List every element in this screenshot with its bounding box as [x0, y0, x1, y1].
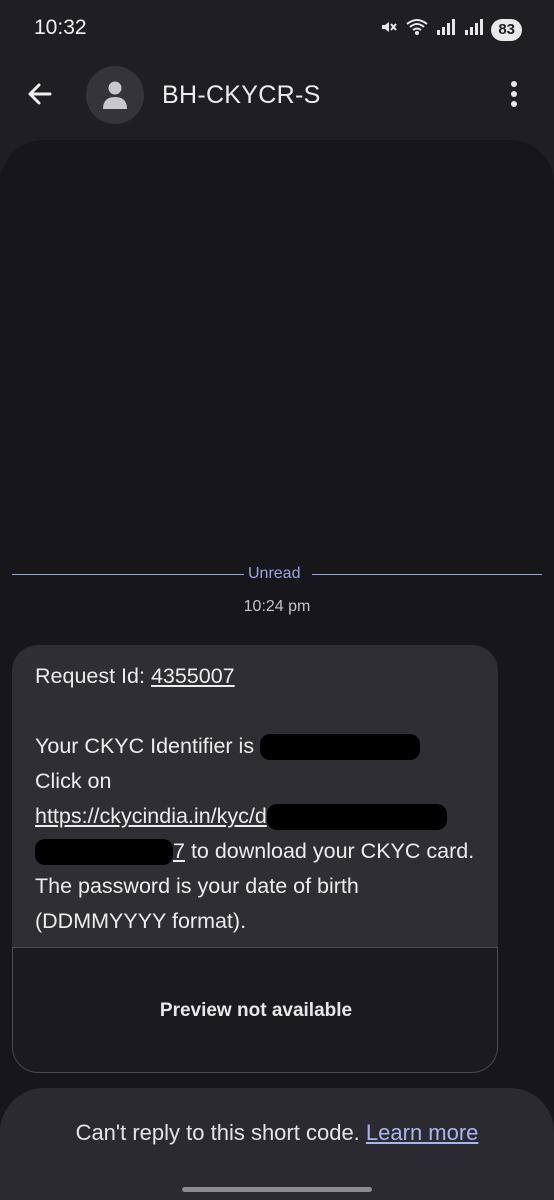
signal-icon [435, 18, 457, 41]
message-body: Request Id: 4355007 Your CKYC Identifier… [35, 659, 475, 939]
person-icon [103, 81, 127, 109]
unread-divider: Unread [12, 564, 542, 586]
more-vertical-icon [511, 81, 517, 107]
redacted-identifier [260, 734, 421, 761]
back-button[interactable] [22, 76, 58, 112]
identifier-label: Your CKYC Identifier is [35, 734, 261, 758]
status-time: 10:32 [34, 16, 87, 39]
redacted-link-part [35, 839, 173, 866]
reply-footer: Can't reply to this short code. Learn mo… [0, 1088, 554, 1200]
wifi-icon [405, 17, 429, 42]
ckyc-link-tail[interactable]: 7 [173, 839, 185, 863]
battery-badge: 83 [491, 18, 522, 41]
footer-text: Can't reply to this short code. Learn mo… [0, 1120, 554, 1146]
message-timestamp: 10:24 pm [243, 598, 311, 615]
link-preview[interactable]: Preview not available [12, 947, 498, 1073]
learn-more-link[interactable]: Learn more [366, 1120, 479, 1145]
app-bar: BH-CKYCR-S [0, 62, 554, 126]
home-indicator[interactable] [182, 1187, 372, 1192]
click-on-text: Click on [35, 769, 112, 793]
redacted-link-part [266, 804, 447, 831]
avatar[interactable] [86, 66, 144, 124]
message-bubble[interactable]: Request Id: 4355007 Your CKYC Identifier… [12, 645, 498, 1073]
request-id-label: Request Id: [35, 664, 151, 688]
signal-icon [463, 18, 485, 41]
more-options-button[interactable] [502, 78, 526, 110]
arrow-back-icon [28, 83, 52, 105]
unread-label: Unread [248, 565, 301, 582]
status-icons: 83 [379, 17, 522, 42]
ckyc-link[interactable]: https://ckycindia.in/kyc/d [35, 804, 267, 828]
request-id-link[interactable]: 4355007 [151, 664, 235, 688]
mute-icon [379, 17, 399, 42]
no-reply-text: Can't reply to this short code. [75, 1120, 366, 1145]
contact-name: BH-CKYCR-S [162, 81, 321, 109]
status-bar: 10:32 83 [0, 0, 554, 60]
preview-label: Preview not available [159, 1000, 353, 1021]
